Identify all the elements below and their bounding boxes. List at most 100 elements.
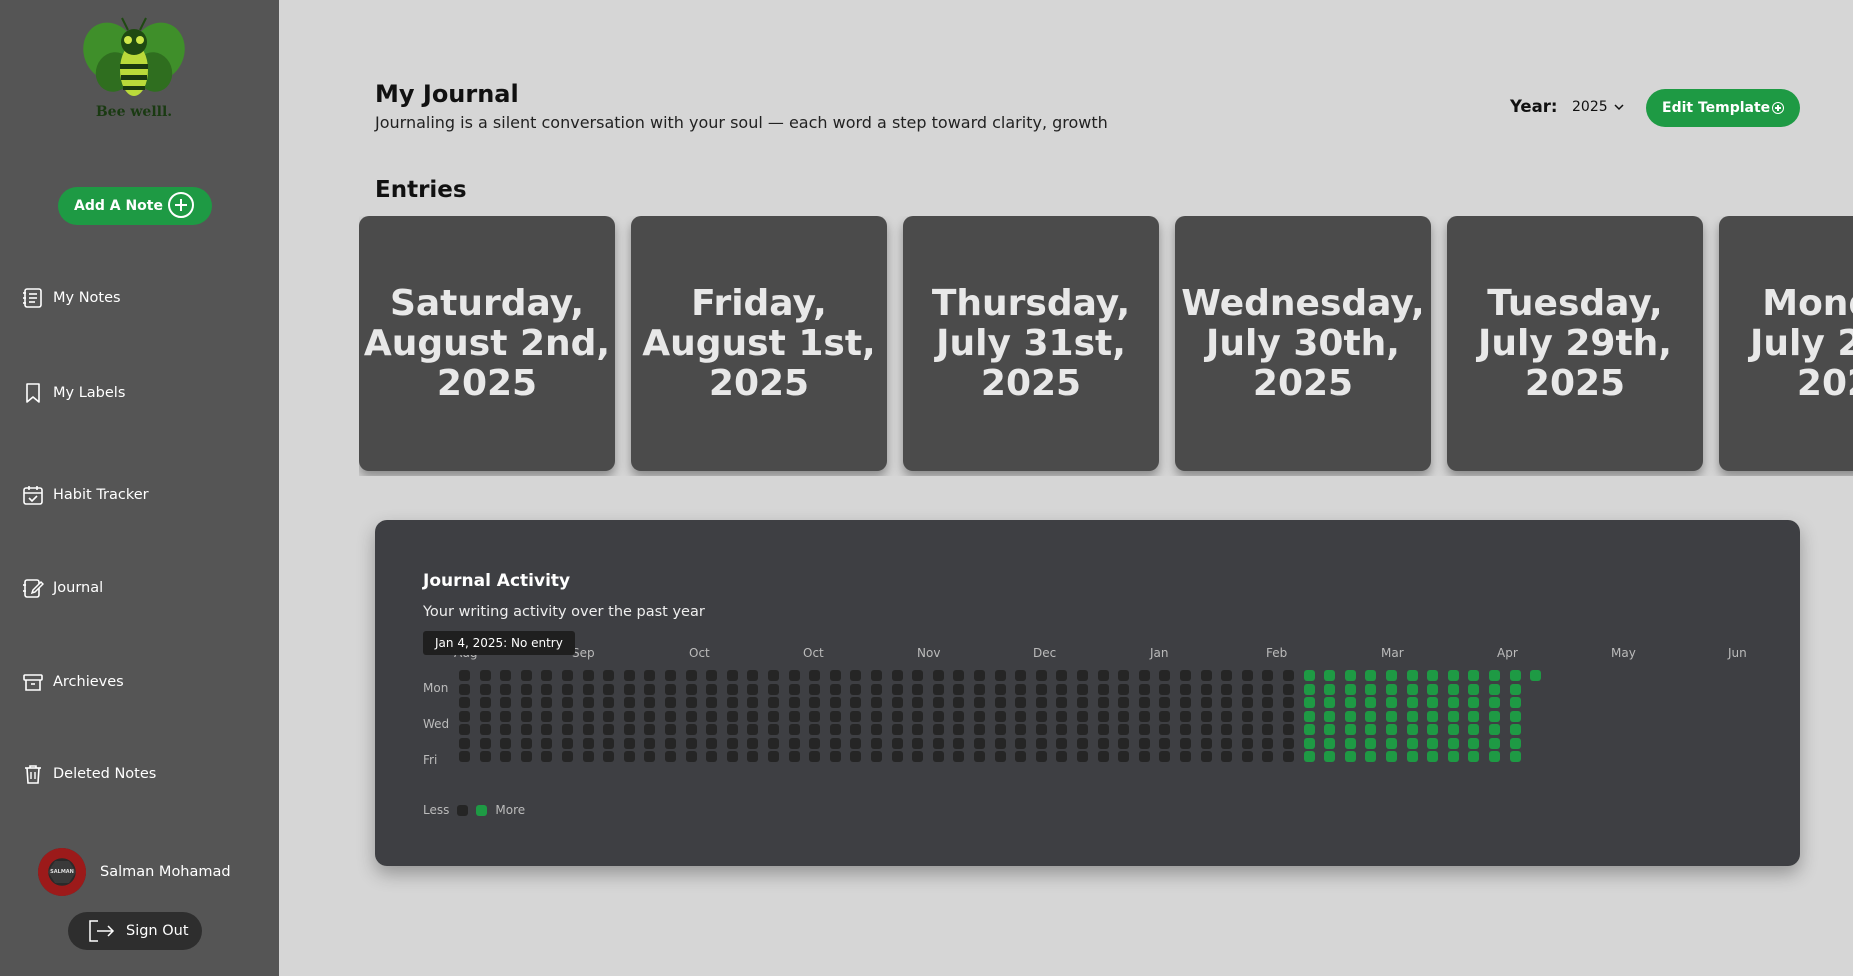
activity-cell[interactable] xyxy=(1097,670,1109,681)
activity-cell[interactable] xyxy=(1468,710,1480,722)
activity-cell[interactable] xyxy=(891,737,903,749)
activity-cell[interactable] xyxy=(562,697,573,708)
activity-cell[interactable] xyxy=(1077,683,1088,695)
activity-cell[interactable] xyxy=(726,724,738,735)
activity-cell[interactable] xyxy=(562,670,573,681)
activity-cell[interactable] xyxy=(500,724,512,735)
activity-cell[interactable] xyxy=(1509,670,1521,681)
activity-cell[interactable] xyxy=(1241,683,1253,695)
activity-cell[interactable] xyxy=(1303,737,1315,749)
activity-cell[interactable] xyxy=(1509,683,1521,695)
activity-cell[interactable] xyxy=(1489,697,1500,708)
activity-cell[interactable] xyxy=(1035,737,1047,749)
activity-cell[interactable] xyxy=(1447,683,1459,695)
activity-cell[interactable] xyxy=(1015,683,1027,695)
activity-cell[interactable] xyxy=(768,683,779,695)
activity-cell[interactable] xyxy=(1427,751,1439,762)
activity-cell[interactable] xyxy=(1118,751,1130,762)
activity-cell[interactable] xyxy=(912,697,924,708)
activity-cell[interactable] xyxy=(562,751,573,762)
activity-cell[interactable] xyxy=(994,737,1006,749)
activity-cell[interactable] xyxy=(562,737,573,749)
sidebar-item-deleted-notes[interactable]: Deleted Notes xyxy=(22,763,156,785)
activity-cell[interactable] xyxy=(1056,697,1068,708)
activity-cell[interactable] xyxy=(1015,697,1027,708)
activity-cell[interactable] xyxy=(1118,710,1130,722)
activity-cell[interactable] xyxy=(500,710,512,722)
activity-cell[interactable] xyxy=(1386,670,1397,681)
activity-cell[interactable] xyxy=(726,697,738,708)
activity-cell[interactable] xyxy=(1447,751,1459,762)
activity-cell[interactable] xyxy=(829,751,841,762)
activity-cell[interactable] xyxy=(871,737,882,749)
activity-cell[interactable] xyxy=(1427,683,1439,695)
activity-cell[interactable] xyxy=(1427,710,1439,722)
activity-cell[interactable] xyxy=(1324,670,1336,681)
activity-cell[interactable] xyxy=(974,670,985,681)
activity-cell[interactable] xyxy=(1035,683,1047,695)
activity-cell[interactable] xyxy=(1035,751,1047,762)
activity-cell[interactable] xyxy=(479,737,491,749)
activity-cell[interactable] xyxy=(665,670,676,681)
activity-cell[interactable] xyxy=(953,697,965,708)
activity-cell[interactable] xyxy=(665,737,676,749)
activity-cell[interactable] xyxy=(809,697,821,708)
activity-cell[interactable] xyxy=(974,710,985,722)
activity-cell[interactable] xyxy=(1015,724,1027,735)
activity-cell[interactable] xyxy=(912,737,924,749)
activity-cell[interactable] xyxy=(1221,710,1233,722)
activity-cell[interactable] xyxy=(1386,724,1397,735)
activity-cell[interactable] xyxy=(541,710,553,722)
activity-cell[interactable] xyxy=(459,683,470,695)
activity-cell[interactable] xyxy=(1324,724,1336,735)
activity-cell[interactable] xyxy=(459,737,470,749)
activity-cell[interactable] xyxy=(582,683,594,695)
activity-cell[interactable] xyxy=(1097,697,1109,708)
activity-cell[interactable] xyxy=(1077,737,1088,749)
activity-cell[interactable] xyxy=(1056,737,1068,749)
activity-cell[interactable] xyxy=(1509,697,1521,708)
activity-cell[interactable] xyxy=(1262,670,1274,681)
entry-card[interactable]: Monday, July 28th, 2025 xyxy=(1719,216,1853,471)
activity-cell[interactable] xyxy=(1386,683,1397,695)
activity-cell[interactable] xyxy=(1386,697,1397,708)
activity-cell[interactable] xyxy=(520,737,532,749)
activity-cell[interactable] xyxy=(479,751,491,762)
activity-cell[interactable] xyxy=(582,670,594,681)
bee-logo[interactable]: Bee welll. xyxy=(78,12,190,124)
activity-cell[interactable] xyxy=(603,751,615,762)
activity-cell[interactable] xyxy=(1468,697,1480,708)
activity-cell[interactable] xyxy=(871,697,882,708)
activity-cell[interactable] xyxy=(891,683,903,695)
activity-cell[interactable] xyxy=(932,670,944,681)
activity-cell[interactable] xyxy=(768,710,779,722)
activity-cell[interactable] xyxy=(582,737,594,749)
activity-cell[interactable] xyxy=(1283,737,1294,749)
activity-cell[interactable] xyxy=(685,697,697,708)
activity-cell[interactable] xyxy=(1159,724,1171,735)
activity-cell[interactable] xyxy=(541,737,553,749)
activity-cell[interactable] xyxy=(644,683,656,695)
activity-cell[interactable] xyxy=(459,670,470,681)
activity-cell[interactable] xyxy=(953,710,965,722)
activity-cell[interactable] xyxy=(1283,670,1294,681)
edit-template-button[interactable]: Edit Template xyxy=(1646,89,1800,127)
activity-cell[interactable] xyxy=(623,697,635,708)
activity-cell[interactable] xyxy=(644,670,656,681)
activity-cell[interactable] xyxy=(829,697,841,708)
activity-cell[interactable] xyxy=(1344,724,1356,735)
activity-cell[interactable] xyxy=(1056,710,1068,722)
activity-cell[interactable] xyxy=(665,710,676,722)
activity-cell[interactable] xyxy=(726,683,738,695)
activity-cell[interactable] xyxy=(788,737,800,749)
activity-cell[interactable] xyxy=(850,697,862,708)
activity-cell[interactable] xyxy=(788,697,800,708)
activity-cell[interactable] xyxy=(1324,683,1336,695)
activity-cell[interactable] xyxy=(706,751,718,762)
activity-cell[interactable] xyxy=(891,710,903,722)
activity-cell[interactable] xyxy=(1509,737,1521,749)
activity-cell[interactable] xyxy=(1406,683,1418,695)
activity-cell[interactable] xyxy=(1221,697,1233,708)
activity-cell[interactable] xyxy=(1324,751,1336,762)
activity-cell[interactable] xyxy=(582,724,594,735)
